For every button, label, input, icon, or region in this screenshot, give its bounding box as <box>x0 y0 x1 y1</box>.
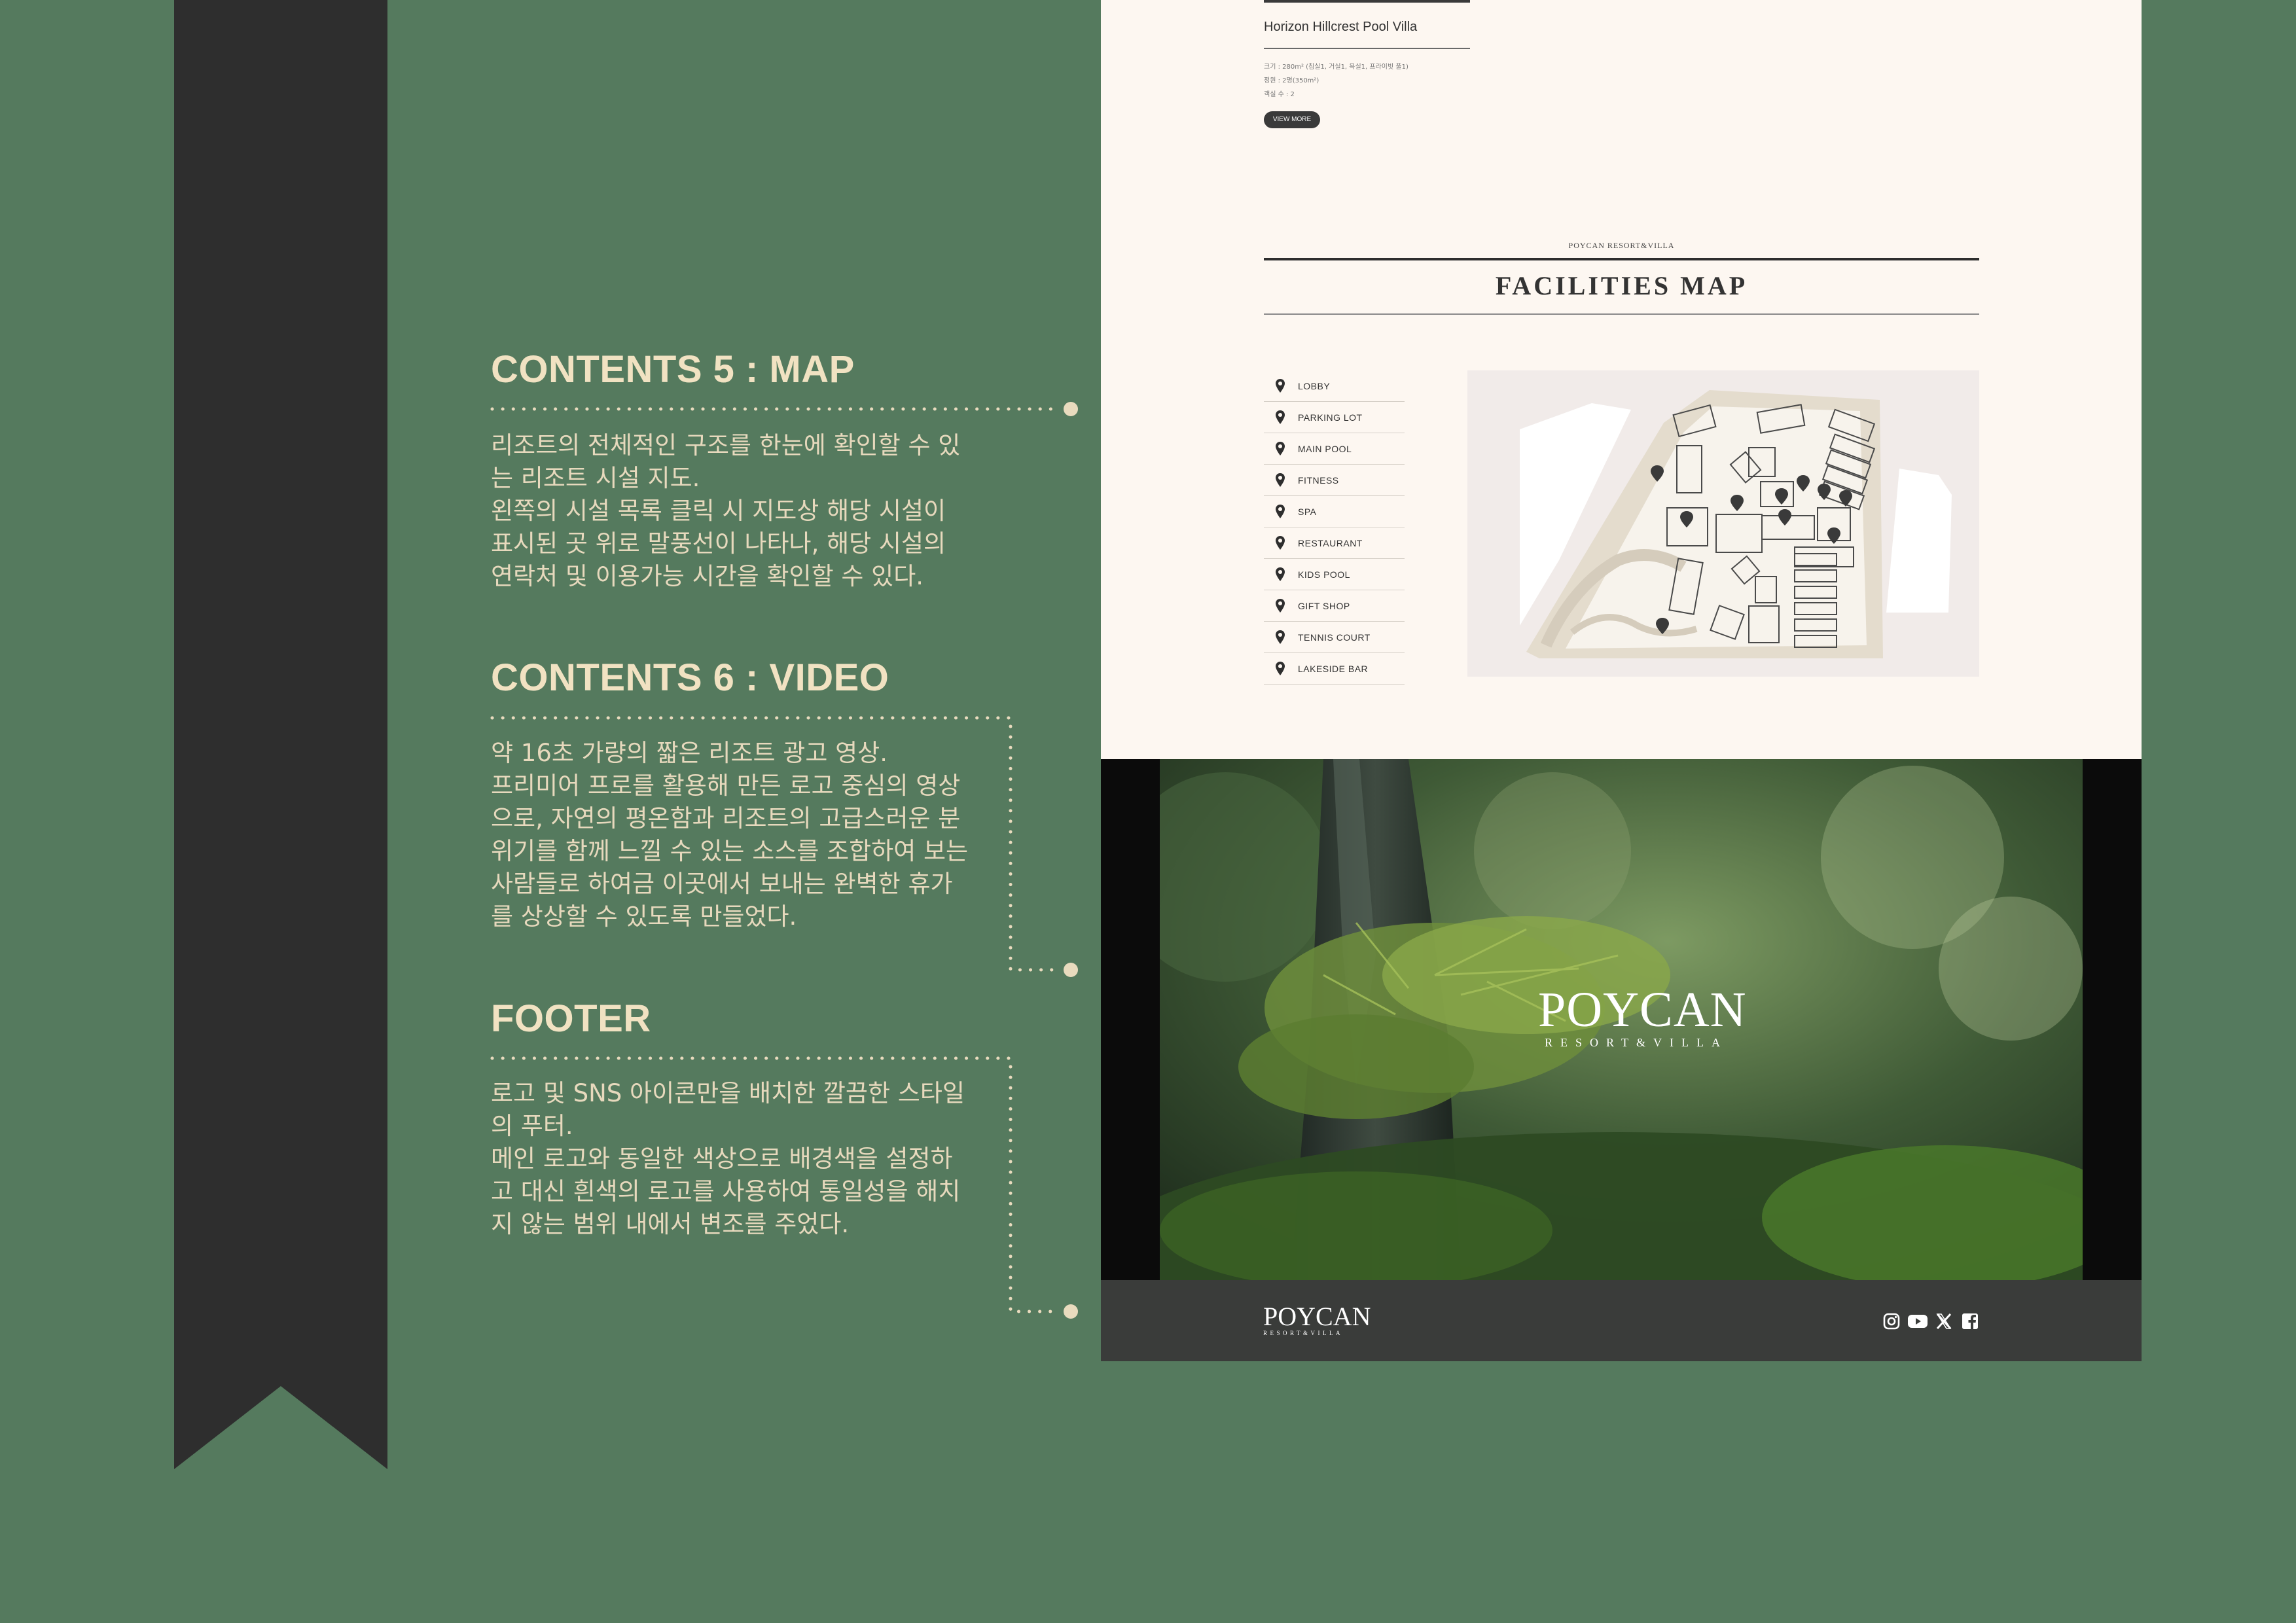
facility-item-spa[interactable]: SPA <box>1264 496 1405 527</box>
facility-label: FITNESS <box>1298 474 1339 486</box>
map-pin-icon <box>1272 502 1289 522</box>
site-footer: POYCAN RESORT&VILLA <box>1101 1280 2142 1361</box>
promo-video[interactable]: POYCAN RESORT&VILLA <box>1101 759 2142 1280</box>
annotation-heading-footer: FOOTER <box>491 997 651 1040</box>
facilities-map-title: FACILITIES MAP <box>1495 271 1748 300</box>
facility-item-tennis-court[interactable]: TENNIS COURT <box>1264 622 1405 653</box>
desc-line: 연락처 및 이용가능 시간을 확인할 수 있다. <box>491 562 924 590</box>
facility-label: SPA <box>1298 506 1317 517</box>
view-more-button[interactable]: VIEW MORE <box>1264 111 1320 128</box>
desc-line: 왼쪽의 시설 목록 클릭 시 지도상 해당 시설이 <box>491 497 946 525</box>
video-logo-overlay: POYCAN RESORT&VILLA <box>1538 982 1747 1050</box>
site-content-area: Horizon Hillcrest Pool Villa 크기 : 280m² … <box>1101 0 2142 759</box>
video-frame: POYCAN RESORT&VILLA <box>1160 759 2083 1280</box>
facility-label: LAKESIDE BAR <box>1298 663 1369 674</box>
connector-dot-footer <box>1064 1304 1078 1319</box>
facility-label: GIFT SHOP <box>1298 600 1350 611</box>
annotation-desc-map: 리조트의 전체적인 구조를 한눈에 확인할 수 있 는 리조트 시설 지도. 왼… <box>491 429 1001 593</box>
footer-logo[interactable]: POYCAN RESORT&VILLA <box>1263 1302 1371 1337</box>
desc-line: 로고 및 SNS 아이콘만을 배치한 깔끔한 스타일 <box>491 1079 965 1107</box>
desc-line: 표시된 곳 위로 말풍선이 나타나, 해당 시설의 <box>491 529 946 558</box>
villa-image-edge <box>1264 0 1470 3</box>
bookmark-ribbon <box>174 0 387 1469</box>
map-pin-icon <box>1272 628 1289 647</box>
desc-line: 프리미어 프로를 활용해 만든 로고 중심의 영상 <box>491 772 961 800</box>
instagram-icon[interactable] <box>1881 1311 1902 1332</box>
desc-line: 위기를 함께 느낄 수 있는 소스를 조합하여 보는 <box>491 837 969 865</box>
facility-item-parking-lot[interactable]: PARKING LOT <box>1264 402 1405 433</box>
desc-line: 는 리조트 시설 지도. <box>491 464 700 492</box>
desc-line: 사람들로 하여금 이곳에서 보내는 완벽한 휴가 <box>491 870 953 898</box>
villa-title: Horizon Hillcrest Pool Villa <box>1264 20 1418 34</box>
facility-label: PARKING LOT <box>1298 412 1363 423</box>
annotation-desc-video: 약 16초 가량의 짧은 리조트 광고 영상. 프리미어 프로를 활용해 만든 … <box>491 737 1001 933</box>
villa-spec-rooms: 객실 수 : 2 <box>1264 91 1295 98</box>
section-rule-top <box>1264 258 1979 260</box>
sns-icons <box>1881 1311 1981 1332</box>
map-pin-icon <box>1272 471 1289 490</box>
facebook-icon[interactable] <box>1960 1311 1981 1332</box>
section-rule-bottom <box>1264 313 1979 315</box>
facility-label: RESTAURANT <box>1298 537 1363 548</box>
desc-line: 지 않는 범위 내에서 변조를 주었다. <box>491 1210 850 1238</box>
desc-line: 를 상상할 수 있도록 만들었다. <box>491 902 797 931</box>
x-icon[interactable] <box>1933 1311 1954 1332</box>
villa-spec-size: 크기 : 280m² (침실1, 거실1, 욕실1, 프라이빗 풀1) <box>1264 63 1408 71</box>
annotation-desc-footer: 로고 및 SNS 아이콘만을 배치한 깔끔한 스타일 의 푸터. 메인 로고와 … <box>491 1077 1001 1241</box>
facility-item-lobby[interactable]: LOBBY <box>1264 370 1405 402</box>
facility-label: MAIN POOL <box>1298 443 1352 454</box>
villa-divider <box>1264 48 1470 49</box>
map-pin-icon <box>1272 408 1289 427</box>
map-pin-icon <box>1272 596 1289 616</box>
connector-dot-map <box>1064 402 1078 416</box>
facility-label: KIDS POOL <box>1298 569 1350 580</box>
facility-label: LOBBY <box>1298 380 1331 391</box>
villa-spec-capacity: 정원 : 2명(350m²) <box>1264 77 1319 84</box>
website-mockup: Horizon Hillcrest Pool Villa 크기 : 280m² … <box>1101 0 2142 1361</box>
annotation-heading-map: CONTENTS 5 : MAP <box>491 348 855 391</box>
desc-line: 리조트의 전체적인 구조를 한눈에 확인할 수 있 <box>491 431 961 459</box>
annotation-heading-video: CONTENTS 6 : VIDEO <box>491 656 889 699</box>
video-logo-subtitle: RESORT&VILLA <box>1545 1036 1728 1049</box>
section-brand-label: POYCAN RESORT&VILLA <box>1568 241 1675 250</box>
connector-dot-video <box>1064 963 1078 977</box>
desc-line: 고 대신 흰색의 로고를 사용하여 통일성을 해치 <box>491 1177 961 1205</box>
youtube-icon[interactable] <box>1907 1311 1928 1332</box>
video-logo-wordmark: POYCAN <box>1538 982 1747 1037</box>
map-pin-icon <box>1272 376 1289 396</box>
map-pin-icon <box>1272 439 1289 459</box>
map-pin-icon <box>1272 533 1289 553</box>
facility-item-fitness[interactable]: FITNESS <box>1264 465 1405 496</box>
map-pin-icon <box>1272 565 1289 584</box>
facility-item-main-pool[interactable]: MAIN POOL <box>1264 433 1405 465</box>
site-plan-drawing <box>1520 390 1952 658</box>
desc-line: 메인 로고와 동일한 색상으로 배경색을 설정하 <box>491 1145 953 1173</box>
footer-logo-wordmark: POYCAN <box>1263 1302 1371 1331</box>
desc-line: 약 16초 가량의 짧은 리조트 광고 영상. <box>491 739 888 767</box>
facility-item-lakeside-bar[interactable]: LAKESIDE BAR <box>1264 653 1405 685</box>
desc-line: 의 푸터. <box>491 1112 573 1140</box>
facility-item-gift-shop[interactable]: GIFT SHOP <box>1264 590 1405 622</box>
facility-label: TENNIS COURT <box>1298 632 1371 643</box>
facility-item-kids-pool[interactable]: KIDS POOL <box>1264 559 1405 590</box>
map-pin-icon <box>1272 659 1289 679</box>
desc-line: 으로, 자연의 평온함과 리조트의 고급스러운 분 <box>491 804 961 832</box>
resort-site-map[interactable] <box>1467 370 1979 677</box>
facility-item-restaurant[interactable]: RESTAURANT <box>1264 527 1405 559</box>
facility-list: LOBBY PARKING LOT MAIN POOL FITNESS SPA … <box>1264 370 1405 685</box>
